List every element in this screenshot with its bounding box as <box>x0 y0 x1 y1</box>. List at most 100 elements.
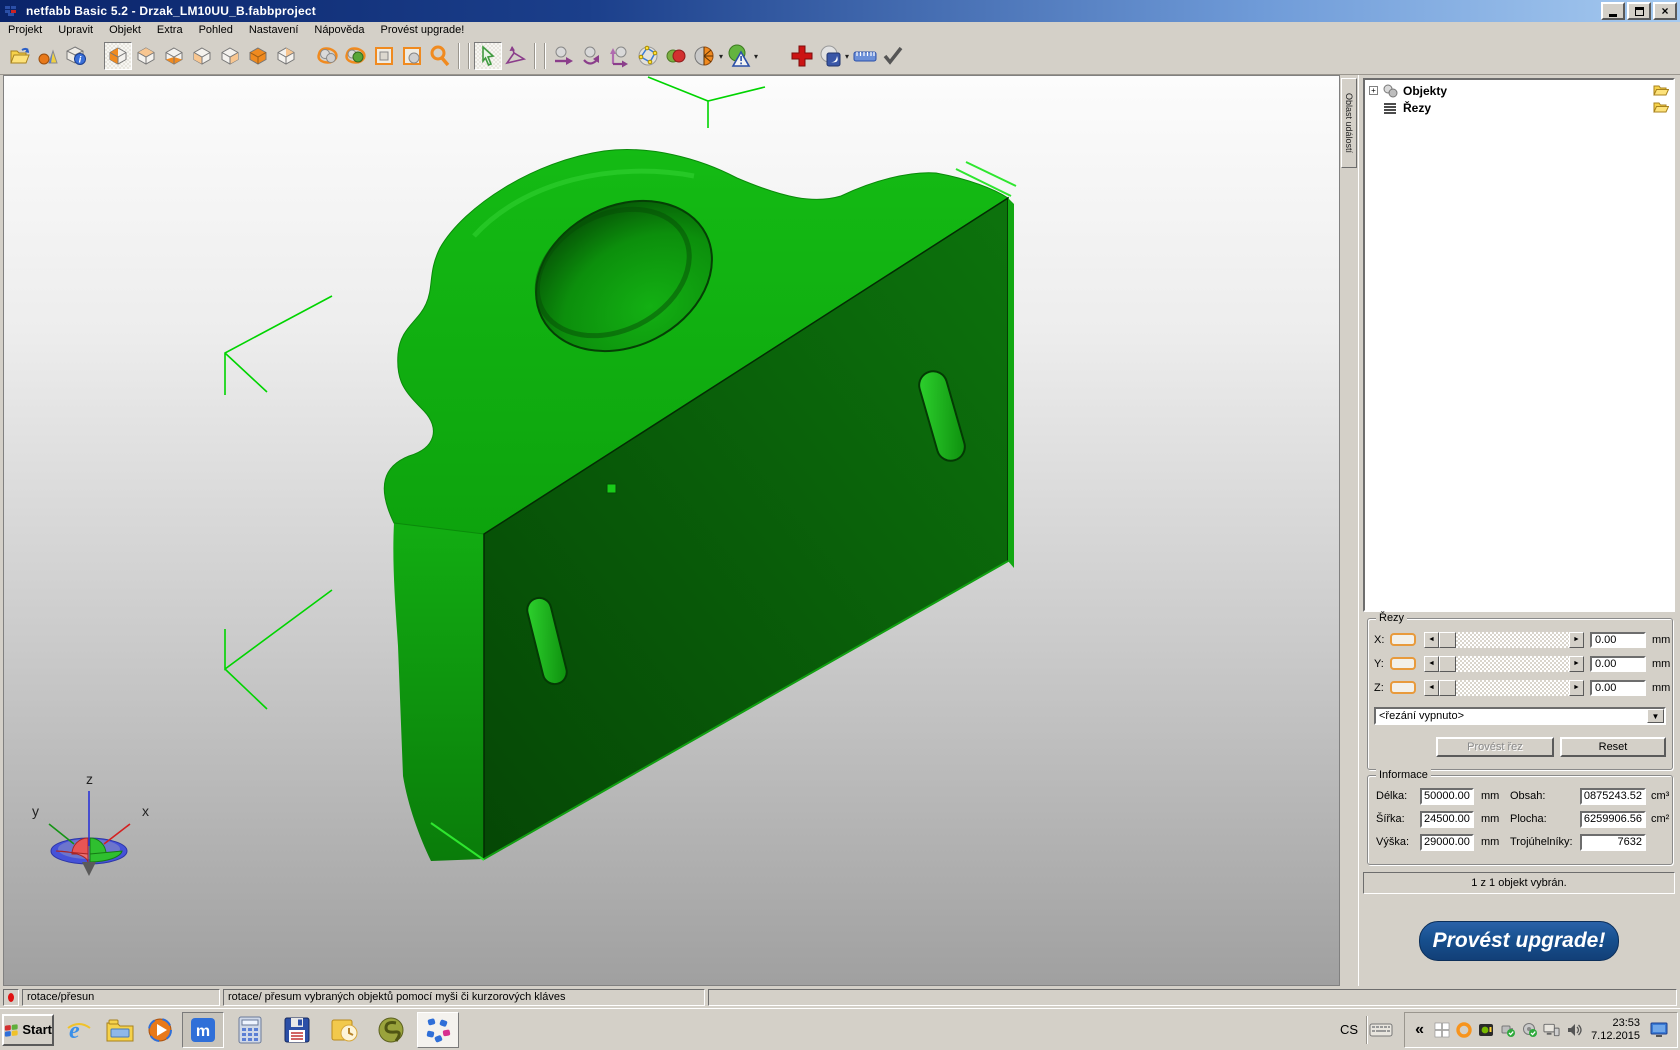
slider-track[interactable] <box>1456 680 1569 696</box>
slider-track[interactable] <box>1456 632 1569 648</box>
slider-right-arrow[interactable]: ► <box>1569 656 1584 672</box>
cut-slider-x[interactable]: ◄ ► <box>1424 632 1584 648</box>
menu-pohled[interactable]: Pohled <box>191 23 241 37</box>
slice-dropdown-arrow[interactable]: ▾ <box>845 52 849 61</box>
slider-left-arrow[interactable]: ◄ <box>1424 656 1439 672</box>
slider-track[interactable] <box>1456 656 1569 672</box>
nvidia-icon[interactable] <box>1477 1021 1494 1038</box>
slider-thumb[interactable] <box>1439 656 1456 672</box>
select-parts-button[interactable] <box>314 42 342 70</box>
slider-right-arrow[interactable]: ► <box>1569 632 1584 648</box>
upgrade-button[interactable]: Provést upgrade! <box>1419 921 1619 961</box>
maximize-button[interactable] <box>1627 2 1651 20</box>
measure-tool-button[interactable] <box>851 42 879 70</box>
slider-thumb[interactable] <box>1439 632 1456 648</box>
height-field[interactable]: 29000.00 <box>1420 834 1474 851</box>
view-isometric-button[interactable] <box>104 42 132 70</box>
task-save[interactable] <box>276 1012 318 1048</box>
menu-objekt[interactable]: Objekt <box>101 23 149 37</box>
start-button[interactable]: Start <box>2 1014 54 1046</box>
tree-row-rezy[interactable]: Řezy <box>1367 99 1671 116</box>
tree-label-objekty[interactable]: Objekty <box>1403 84 1447 98</box>
select-tool-button[interactable] <box>474 42 502 70</box>
boolean-operation-button[interactable] <box>662 42 690 70</box>
add-primitive-parts-button[interactable] <box>34 42 62 70</box>
repair-part-button[interactable] <box>725 42 753 70</box>
windows-logo-icon[interactable] <box>1433 1021 1450 1038</box>
menu-upravit[interactable]: Upravit <box>50 23 101 37</box>
slider-left-arrow[interactable]: ◄ <box>1424 632 1439 648</box>
zoom-button[interactable] <box>426 42 454 70</box>
task-green-s-app[interactable] <box>370 1012 412 1048</box>
view-front-button[interactable] <box>188 42 216 70</box>
zoom-to-parts-button[interactable] <box>370 42 398 70</box>
expand-icon[interactable]: + <box>1369 86 1378 95</box>
execute-cut-button[interactable]: Provést řez <box>1436 737 1554 757</box>
open-folder-icon[interactable] <box>1653 83 1669 96</box>
project-information-button[interactable]: i <box>62 42 90 70</box>
task-outlook[interactable] <box>323 1012 365 1048</box>
open-folder-icon[interactable] <box>1653 100 1669 113</box>
collapse-chevron-icon[interactable]: « <box>1411 1021 1428 1038</box>
width-field[interactable]: 24500.00 <box>1420 811 1474 828</box>
menu-provest-upgrade[interactable]: Provést upgrade! <box>373 23 473 37</box>
show-desktop-icon[interactable] <box>1649 1021 1671 1038</box>
view-right-button[interactable] <box>272 42 300 70</box>
view-left-button[interactable] <box>244 42 272 70</box>
scale-part-button[interactable] <box>606 42 634 70</box>
close-button[interactable]: × <box>1653 2 1677 20</box>
zoom-to-selection-button[interactable] <box>398 42 426 70</box>
rotate-part-button[interactable] <box>578 42 606 70</box>
reset-cut-button[interactable]: Reset <box>1560 737 1666 757</box>
slider-left-arrow[interactable]: ◄ <box>1424 680 1439 696</box>
internet-explorer-icon[interactable]: e <box>63 1014 95 1046</box>
rotate-view-tool-button[interactable] <box>502 42 530 70</box>
minimize-button[interactable] <box>1601 2 1625 20</box>
cut-toggle-z[interactable] <box>1390 681 1416 694</box>
add-part-button[interactable] <box>788 42 816 70</box>
parts-tree[interactable]: + Objekty Řezy <box>1363 78 1675 612</box>
chevron-down-icon[interactable]: ▼ <box>1647 709 1664 723</box>
tree-label-rezy[interactable]: Řezy <box>1403 101 1431 115</box>
menu-nastaveni[interactable]: Nastavení <box>241 23 307 37</box>
keyboard-icon[interactable] <box>1368 1021 1394 1038</box>
cut-value-x[interactable]: 0.00 <box>1590 632 1646 648</box>
cut-toggle-x[interactable] <box>1390 633 1416 646</box>
menu-napoveda[interactable]: Nápověda <box>306 23 372 37</box>
display-network-icon[interactable] <box>1543 1021 1560 1038</box>
cut-half-view-button[interactable] <box>690 42 718 70</box>
cut-toggle-y[interactable] <box>1390 657 1416 670</box>
cut-value-z[interactable]: 0.00 <box>1590 680 1646 696</box>
events-panel-tab[interactable]: Oblast událostí <box>1341 78 1357 168</box>
menu-projekt[interactable]: Projekt <box>0 23 50 37</box>
edit-mesh-button[interactable] <box>634 42 662 70</box>
move-part-button[interactable] <box>550 42 578 70</box>
media-player-icon[interactable] <box>145 1014 177 1046</box>
tree-row-objekty[interactable]: + Objekty <box>1367 82 1671 99</box>
shade-part-button[interactable] <box>342 42 370 70</box>
cut-mode-select[interactable]: <řezání vypnuto> ▼ <box>1374 707 1666 725</box>
repair-dropdown-arrow[interactable]: ▾ <box>754 52 758 61</box>
slider-right-arrow[interactable]: ► <box>1569 680 1584 696</box>
view-top-button[interactable] <box>132 42 160 70</box>
usb-safely-remove-icon[interactable] <box>1499 1021 1516 1038</box>
task-netfabb[interactable] <box>417 1012 459 1048</box>
cut-slider-z[interactable]: ◄ ► <box>1424 680 1584 696</box>
clock[interactable]: 23:53 7.12.2015 <box>1587 1017 1644 1043</box>
apply-check-button[interactable] <box>879 42 907 70</box>
open-project-button[interactable] <box>6 42 34 70</box>
menu-extra[interactable]: Extra <box>149 23 191 37</box>
file-explorer-folder-icon[interactable] <box>104 1014 136 1046</box>
slider-thumb[interactable] <box>1439 680 1456 696</box>
length-field[interactable]: 50000.00 <box>1420 788 1474 805</box>
slice-tools-button[interactable] <box>816 42 844 70</box>
cut-value-y[interactable]: 0.00 <box>1590 656 1646 672</box>
viewport-3d[interactable]: z y x <box>3 75 1340 986</box>
task-calculator[interactable] <box>229 1012 271 1048</box>
security-check-icon[interactable] <box>1521 1021 1538 1038</box>
volume-icon[interactable] <box>1565 1021 1582 1038</box>
cut-slider-y[interactable]: ◄ ► <box>1424 656 1584 672</box>
language-indicator[interactable]: CS <box>1332 1022 1366 1037</box>
task-maxthon[interactable]: m <box>182 1012 224 1048</box>
orange-ring-app-icon[interactable] <box>1455 1021 1472 1038</box>
